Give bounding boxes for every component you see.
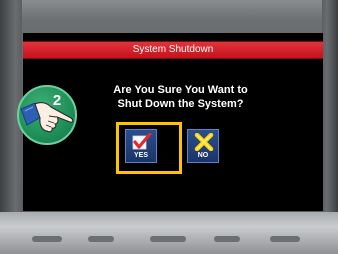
bezel-slot [150,236,186,242]
bezel-slot [88,236,114,242]
yes-button-label: YES [133,152,148,159]
dialog-title-bar: System Shutdown [23,41,323,59]
bezel-slot [32,236,62,242]
no-button-label: NO [197,152,209,159]
question-line-1: Are You Sure You Want to [113,84,248,96]
checkmark-icon [132,133,152,150]
step-number: 2 [52,92,62,109]
bezel-bottom-edge [0,212,338,254]
bezel-slot [214,236,240,242]
confirmation-question: Are You Sure You Want to Shut Down the S… [63,83,298,111]
pointing-hand-icon [20,102,74,133]
dialog-title: System Shutdown [132,44,214,55]
no-button[interactable]: NO [187,129,219,163]
step-marker: 2 [17,85,77,145]
x-cross-icon [194,133,214,151]
question-line-2: Shut Down the System? [117,98,244,110]
yes-button[interactable]: YES [125,129,157,163]
bezel-slot [270,236,300,242]
